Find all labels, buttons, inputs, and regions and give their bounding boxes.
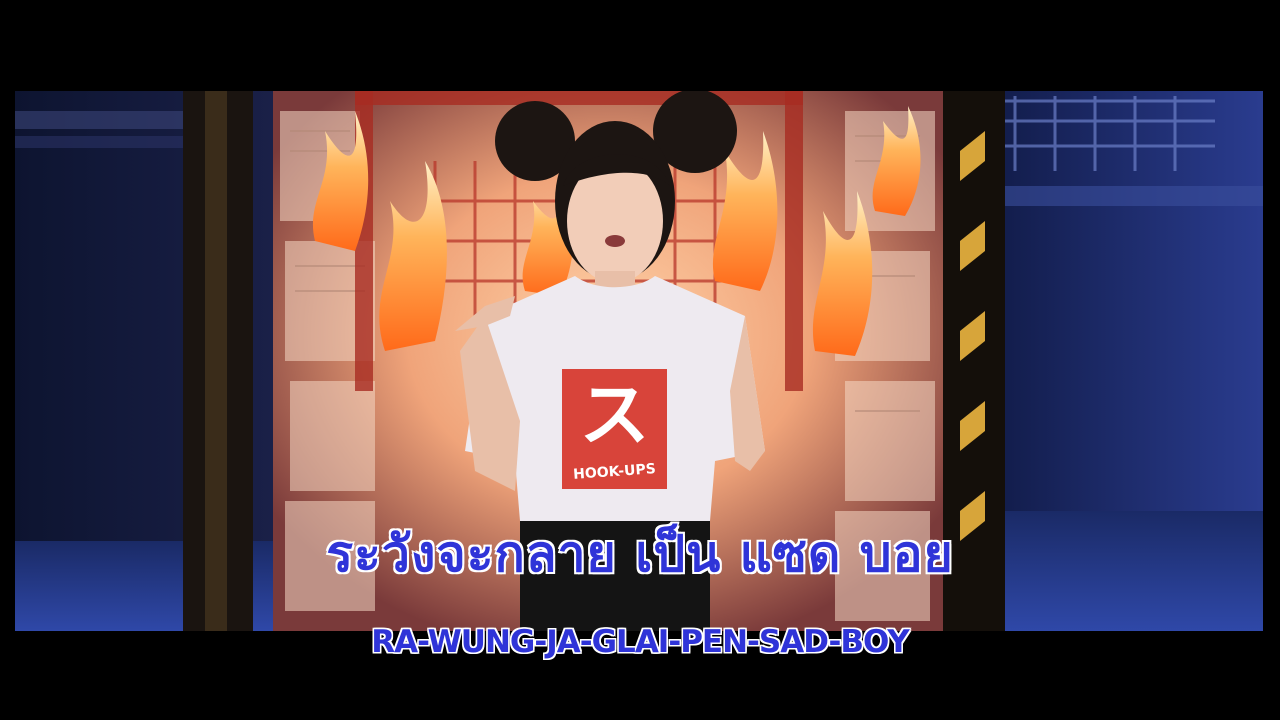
shirt-logo-glyph: ス xyxy=(579,374,650,456)
video-frame: ス HOOK-UPS ระวังจะกลาย เป็น แซด บอย RA-W… xyxy=(0,0,1280,720)
karaoke-lyric-thai: ระวังจะกลาย เป็น แซด บอย xyxy=(325,524,954,584)
karaoke-lyric-romanized: RA-WUNG-JA-GLAI-PEN-SAD-BOY xyxy=(371,624,909,660)
